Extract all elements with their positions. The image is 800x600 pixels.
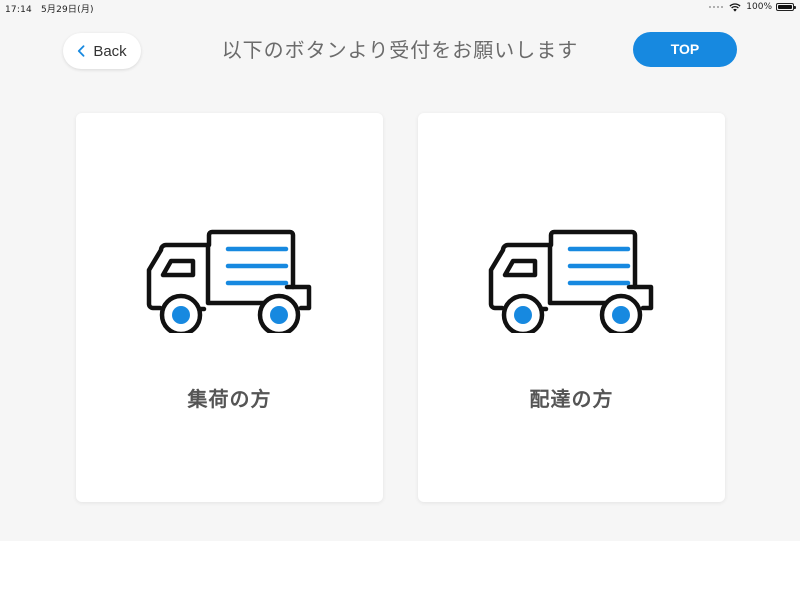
chevron-left-icon: [77, 45, 85, 57]
top-button[interactable]: TOP: [633, 32, 737, 67]
back-label: Back: [93, 42, 127, 60]
status-time: 17:14: [5, 5, 32, 15]
signal-icon: [708, 5, 724, 9]
status-bar: 17:14 5月29日(月) 100%: [0, 0, 800, 16]
battery-icon: [776, 3, 796, 11]
pickup-label: 集荷の方: [187, 387, 272, 411]
truck-icon: [488, 229, 654, 333]
page-title: 以下のボタンより受付をお願いします: [221, 38, 579, 62]
battery-percent: 100%: [746, 2, 772, 12]
pickup-card[interactable]: 集荷の方: [76, 113, 383, 502]
delivery-card[interactable]: 配達の方: [418, 113, 725, 502]
delivery-label: 配達の方: [529, 387, 614, 411]
app-screen: 17:14 5月29日(月) 100% Back 以下のボタンより受付をお願いしま…: [0, 0, 800, 541]
back-button[interactable]: Back: [63, 33, 141, 69]
status-right: 100%: [708, 2, 796, 12]
status-date: 5月29日(月): [40, 5, 94, 15]
truck-icon: [146, 229, 312, 333]
status-left: 17:14 5月29日(月): [5, 2, 103, 15]
wifi-icon: [729, 2, 741, 12]
